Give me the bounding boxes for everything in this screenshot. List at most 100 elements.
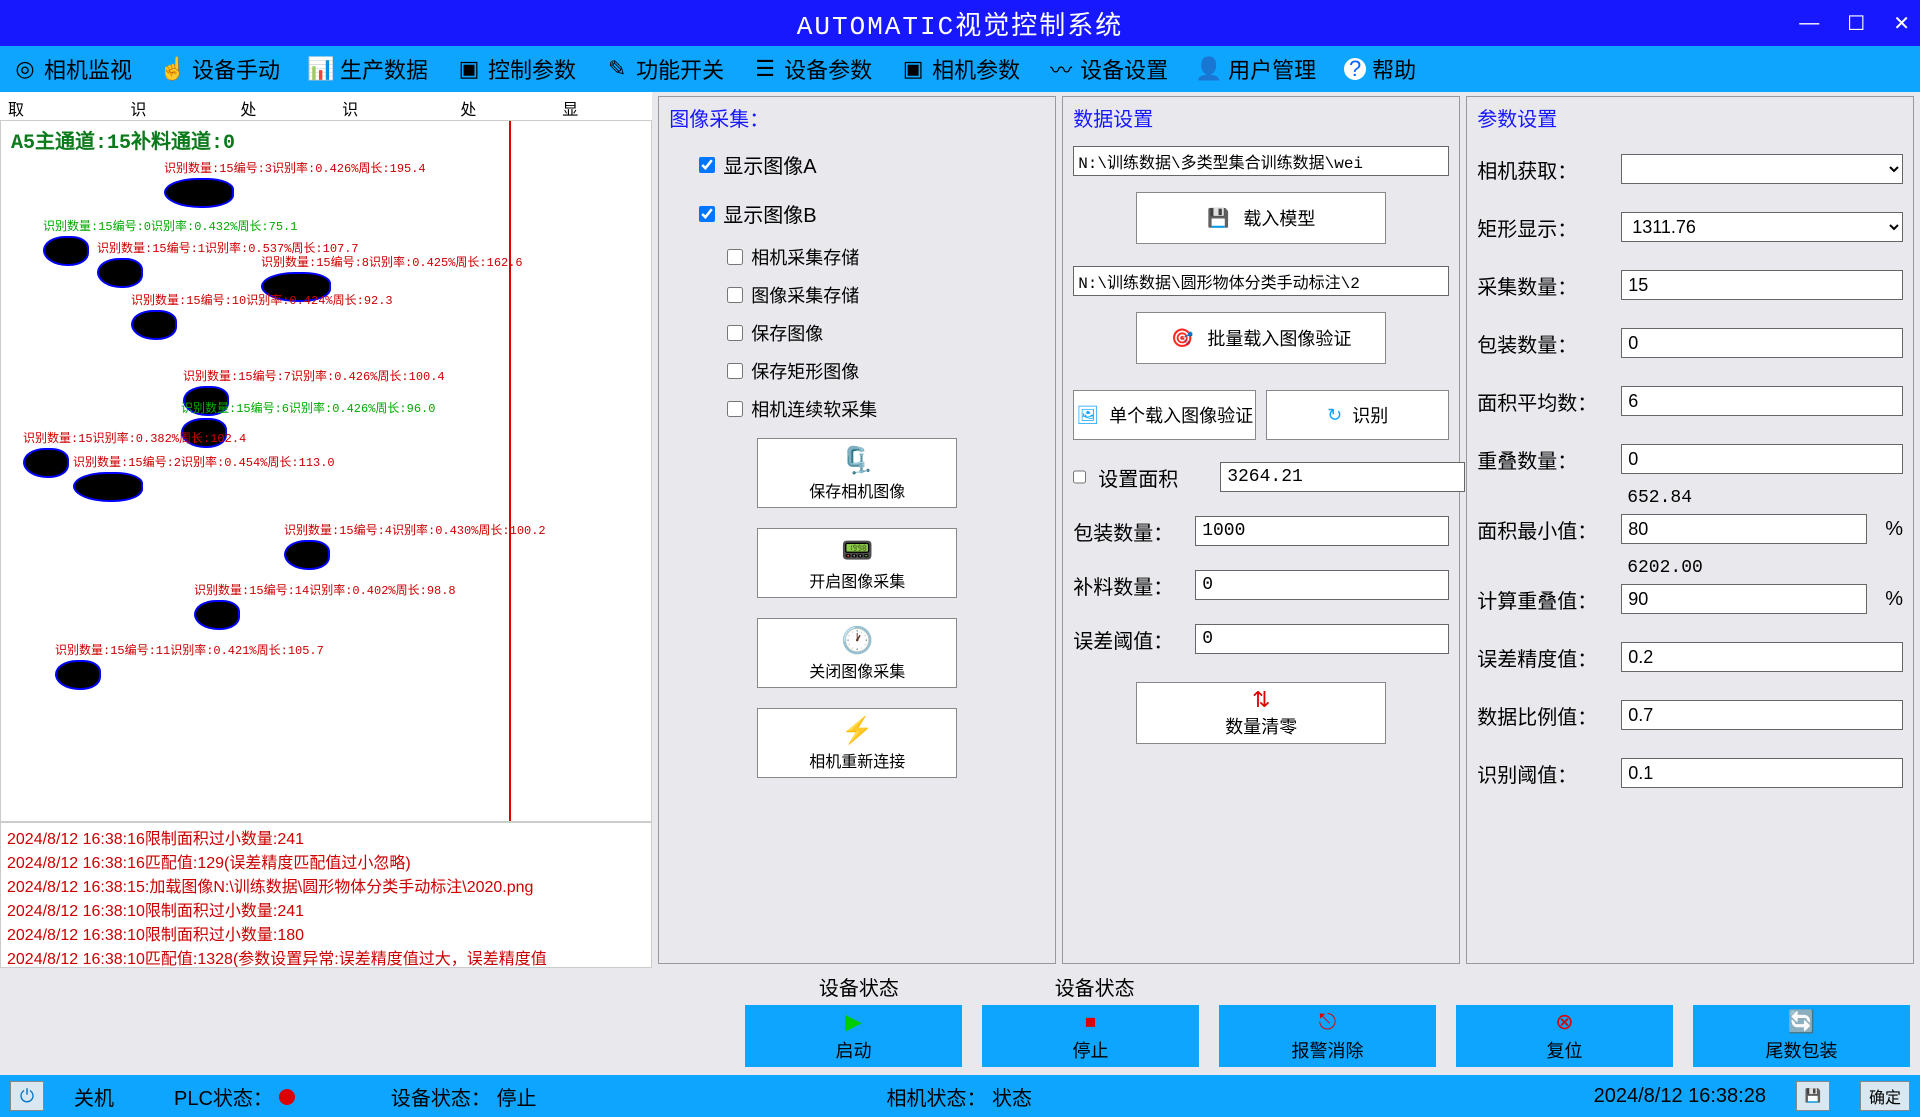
menu-camera-params[interactable]: ▣相机参数	[900, 53, 1020, 85]
camera-icon: ◎	[12, 56, 38, 82]
input-area-avg[interactable]	[1621, 386, 1903, 416]
panel-title: 图像采集：	[669, 101, 1045, 140]
stat-process2: 处理:0.0ms	[460, 96, 534, 116]
chk-cam-cont[interactable]: 相机连续软采集	[727, 396, 1045, 422]
log-panel[interactable]: 2024/8/12 16:38:16限制面积过小数量:2412024/8/12 …	[0, 822, 652, 968]
window-controls: — ☐ ✕	[1799, 0, 1910, 46]
panel-params: 参数设置 相机获取： 矩形显示：1311.76 采集数量： 包装数量： 面积平均…	[1466, 96, 1914, 964]
btn-power[interactable]: ⏻	[10, 1081, 44, 1111]
panel-title: 参数设置	[1477, 101, 1903, 140]
edit-icon: ✎	[604, 56, 630, 82]
menu-control-params[interactable]: ▣控制参数	[456, 53, 576, 85]
minimize-icon[interactable]: —	[1799, 12, 1819, 35]
chk-cam-store[interactable]: 相机采集存储	[727, 244, 1045, 270]
blob-shape	[131, 310, 177, 340]
blob-label: 识别数量:15编号:10识别率:0.424%周长:92.3	[131, 291, 393, 308]
sync-icon: 🔄	[1788, 1009, 1815, 1035]
blob-label: 识别数量:15识别率:0.382%周长:102.4	[23, 429, 246, 446]
chk-save-rect[interactable]: 保存矩形图像	[727, 358, 1045, 384]
menu-help[interactable]: ?帮助	[1344, 53, 1416, 85]
input-recog-thresh[interactable]	[1621, 758, 1903, 788]
channel-label: A5主通道:15补料通道:0	[11, 125, 235, 155]
input-calc-overlap[interactable]	[1621, 584, 1867, 614]
blob-shape	[43, 236, 89, 266]
input-verify-path[interactable]	[1073, 266, 1449, 296]
blob-label: 识别数量:15编号:4识别率:0.430%周长:100.2	[284, 521, 546, 538]
input-pack-qty[interactable]	[1195, 516, 1449, 546]
status-header-right: 设备状态	[977, 972, 1213, 1001]
floppy-icon: 💾	[1805, 1088, 1822, 1104]
blob-label: 识别数量:15编号:14识别率:0.402%周长:98.8	[194, 581, 456, 598]
btn-recognize[interactable]: ↻识别	[1266, 390, 1449, 440]
datetime: 2024/8/12 16:38:28	[1594, 1085, 1766, 1108]
input-overlap-qty[interactable]	[1621, 444, 1903, 474]
btn-load-model[interactable]: 💾载入模型	[1136, 192, 1386, 244]
input-err-precision[interactable]	[1621, 642, 1903, 672]
menu-device-manual[interactable]: ☝设备手动	[160, 53, 280, 85]
log-line: 2024/8/12 16:38:10匹配值:1328(参数设置异常:误差精度值过…	[7, 945, 645, 968]
stats-bar: 取图:10000ms 识别:91.0ms 处理:0.0ms 识别:190.0ms…	[0, 92, 652, 120]
btn-start[interactable]: ▶启动	[745, 1005, 962, 1067]
stat-display: 显示:10.0ms	[562, 96, 644, 116]
hand-icon: ☝	[160, 56, 186, 82]
hint-calc-overlap: 6202.00	[1627, 558, 1903, 578]
list-icon: ☰	[752, 56, 778, 82]
blob-label: 识别数量:15编号:6识别率:0.426%周长:96.0	[181, 399, 435, 416]
btn-single-verify[interactable]: 🖼单个载入图像验证	[1073, 390, 1256, 440]
archive-icon: 🗜️	[841, 445, 873, 476]
btn-save-camera-image[interactable]: 🗜️保存相机图像	[757, 438, 957, 508]
menu-device-params[interactable]: ☰设备参数	[752, 53, 872, 85]
app-title: AUTOMATIC视觉控制系统	[797, 5, 1123, 42]
menu-user-mgmt[interactable]: 👤用户管理	[1196, 53, 1316, 85]
input-makeup-qty[interactable]	[1195, 570, 1449, 600]
log-line: 2024/8/12 16:38:16匹配值:129(误差精度匹配值过小忽略)	[7, 849, 645, 873]
image-view[interactable]: A5主通道:15补料通道:0 识别数量:15编号:3识别率:0.426%周长:1…	[0, 120, 652, 822]
btn-reset[interactable]: ⊗复位	[1456, 1005, 1673, 1067]
chk-set-area[interactable]	[1073, 469, 1086, 485]
panel-acquisition: 图像采集： 显示图像A 显示图像B 相机采集存储 图像采集存储 保存图像 保存矩…	[658, 96, 1056, 964]
btn-alarm-clear[interactable]: ⎋报警消除	[1219, 1005, 1436, 1067]
menu-camera-monitor[interactable]: ◎相机监视	[12, 53, 132, 85]
menu-production-data[interactable]: 📊生产数据	[308, 53, 428, 85]
btn-tail-pack[interactable]: 🔄尾数包装	[1693, 1005, 1910, 1067]
refresh-icon: ↻	[1327, 405, 1342, 426]
plc-status-label: PLC状态：	[174, 1088, 273, 1110]
hint-area-min: 652.84	[1627, 488, 1903, 508]
btn-save[interactable]: 💾	[1796, 1081, 1830, 1111]
input-model-path[interactable]	[1073, 146, 1449, 176]
btn-camera-reconnect[interactable]: ⚡相机重新连接	[757, 708, 957, 778]
chk-save-img[interactable]: 保存图像	[727, 320, 1045, 346]
btn-ok[interactable]: 确定	[1860, 1081, 1910, 1111]
chk-show-b[interactable]: 显示图像B	[699, 199, 1045, 228]
menu-function-switch[interactable]: ✎功能开关	[604, 53, 724, 85]
blob-shape	[284, 540, 330, 570]
input-area-min[interactable]	[1621, 514, 1867, 544]
x-icon: ⊗	[1555, 1009, 1573, 1035]
log-line: 2024/8/12 16:38:15:加载图像N:\训练数据\圆形物体分类手动标…	[7, 873, 645, 897]
btn-stop-acquisition[interactable]: 🕐关闭图像采集	[757, 618, 957, 688]
input-set-area[interactable]	[1220, 462, 1465, 492]
chk-img-store[interactable]: 图像采集存储	[727, 282, 1045, 308]
input-pack-qty2[interactable]	[1621, 328, 1903, 358]
menu-device-settings[interactable]: 〰设备设置	[1048, 53, 1168, 85]
btn-start-acquisition[interactable]: 📟开启图像采集	[757, 528, 957, 598]
menubar: ◎相机监视 ☝设备手动 📊生产数据 ▣控制参数 ✎功能开关 ☰设备参数 ▣相机参…	[0, 46, 1920, 92]
input-data-ratio[interactable]	[1621, 700, 1903, 730]
chk-show-a[interactable]: 显示图像A	[699, 150, 1045, 179]
maximize-icon[interactable]: ☐	[1847, 11, 1865, 36]
select-rect-display[interactable]: 1311.76	[1621, 212, 1903, 242]
cable-icon: ⚡	[841, 715, 873, 746]
input-collect-qty[interactable]	[1621, 270, 1903, 300]
detection-blob: 识别数量:15编号:11识别率:0.421%周长:105.7	[55, 641, 324, 690]
stat-capture: 取图:10000ms	[8, 96, 102, 116]
close-icon[interactable]: ✕	[1893, 11, 1910, 36]
detection-blob: 识别数量:15编号:4识别率:0.430%周长:100.2	[284, 521, 546, 570]
input-err-thresh[interactable]	[1195, 624, 1449, 654]
select-camera[interactable]	[1621, 154, 1903, 184]
btn-stop[interactable]: ⏹停止	[982, 1005, 1199, 1067]
blob-label: 识别数量:15编号:7识别率:0.426%周长:100.4	[183, 367, 445, 384]
target-icon: 🎯	[1171, 328, 1193, 349]
btn-batch-verify[interactable]: 🎯批量载入图像验证	[1136, 312, 1386, 364]
btn-reset-qty[interactable]: ⇅数量清零	[1136, 682, 1386, 744]
blob-shape	[55, 660, 101, 690]
